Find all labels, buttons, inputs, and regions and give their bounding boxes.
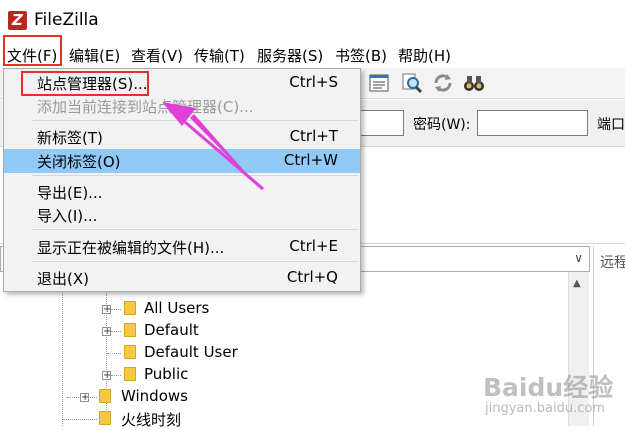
remote-site-label: 远程 xyxy=(600,255,625,271)
menu-item-import[interactable]: 导入(I)... xyxy=(4,203,360,227)
menu-server[interactable]: 服务器(S) xyxy=(257,45,323,66)
file-menu-highlight-box xyxy=(3,35,62,66)
folder-icon xyxy=(99,411,111,425)
menu-item-export[interactable]: 导出(E)... xyxy=(4,180,360,204)
menu-bookmarks[interactable]: 书签(B) xyxy=(335,45,387,66)
file-menu-dropdown: 站点管理器(S)... Ctrl+S 添加当前连接到站点管理器(C)... 新标… xyxy=(3,68,361,292)
watermark-text: Baidu经验 xyxy=(483,373,614,402)
menu-separator xyxy=(32,120,358,121)
password-input[interactable] xyxy=(477,110,588,136)
menu-item-add-to-site-manager: 添加当前连接到站点管理器(C)... xyxy=(37,98,254,116)
title-bar: Z FileZilla xyxy=(0,0,625,40)
site-manager-highlight-box xyxy=(21,71,149,96)
menu-view[interactable]: 查看(V) xyxy=(131,45,183,66)
menu-bar: 文件(F) 编辑(E) 查看(V) 传输(T) 服务器(S) 书签(B) 帮助(… xyxy=(0,42,625,68)
menu-item-show-edited-files[interactable]: 显示正在被编辑的文件(H)... Ctrl+E xyxy=(4,235,360,259)
expand-icon[interactable]: + xyxy=(102,305,111,315)
port-label: 端口 xyxy=(597,117,625,133)
search-icon[interactable] xyxy=(401,72,423,94)
menu-edit[interactable]: 编辑(E) xyxy=(69,45,120,66)
folder-icon xyxy=(99,389,111,403)
expand-icon[interactable]: + xyxy=(102,371,111,381)
folder-icon xyxy=(124,301,136,315)
message-log-icon[interactable] xyxy=(368,72,390,94)
watermark: Baidu经验 jingyan.baidu.com xyxy=(475,368,625,426)
expand-icon[interactable]: + xyxy=(102,327,111,337)
chevron-down-icon[interactable]: ∨ xyxy=(574,251,583,265)
binoculars-icon[interactable] xyxy=(463,72,485,94)
tree-item[interactable]: + Default xyxy=(0,320,560,342)
refresh-icon[interactable] xyxy=(432,72,454,94)
menu-separator xyxy=(32,229,358,230)
folder-icon xyxy=(124,367,136,381)
expand-icon[interactable]: + xyxy=(80,393,89,403)
menu-separator xyxy=(32,175,358,176)
tree-item[interactable]: + All Users xyxy=(0,298,560,320)
menu-item-exit[interactable]: 退出(X) Ctrl+Q xyxy=(4,266,360,290)
menu-item-close-tab[interactable]: 关闭标签(O) Ctrl+W xyxy=(4,149,360,173)
menu-transfer[interactable]: 传输(T) xyxy=(194,45,245,66)
folder-icon xyxy=(124,345,136,359)
filezilla-logo-icon: Z xyxy=(8,11,27,30)
tree-item[interactable]: Default User xyxy=(0,342,560,364)
menu-help[interactable]: 帮助(H) xyxy=(398,45,451,66)
watermark-url: jingyan.baidu.com xyxy=(485,401,605,416)
menu-item-new-tab[interactable]: 新标签(T) Ctrl+T xyxy=(4,125,360,149)
window-title: FileZilla xyxy=(34,10,99,30)
scroll-up-icon[interactable]: ▲ xyxy=(573,278,581,289)
folder-icon xyxy=(124,323,136,337)
password-label: 密码(W): xyxy=(413,117,471,133)
filezilla-window: Z FileZilla 文件(F) 编辑(E) 查看(V) 传输(T) 服务器(… xyxy=(0,0,625,429)
menu-separator xyxy=(32,261,358,262)
